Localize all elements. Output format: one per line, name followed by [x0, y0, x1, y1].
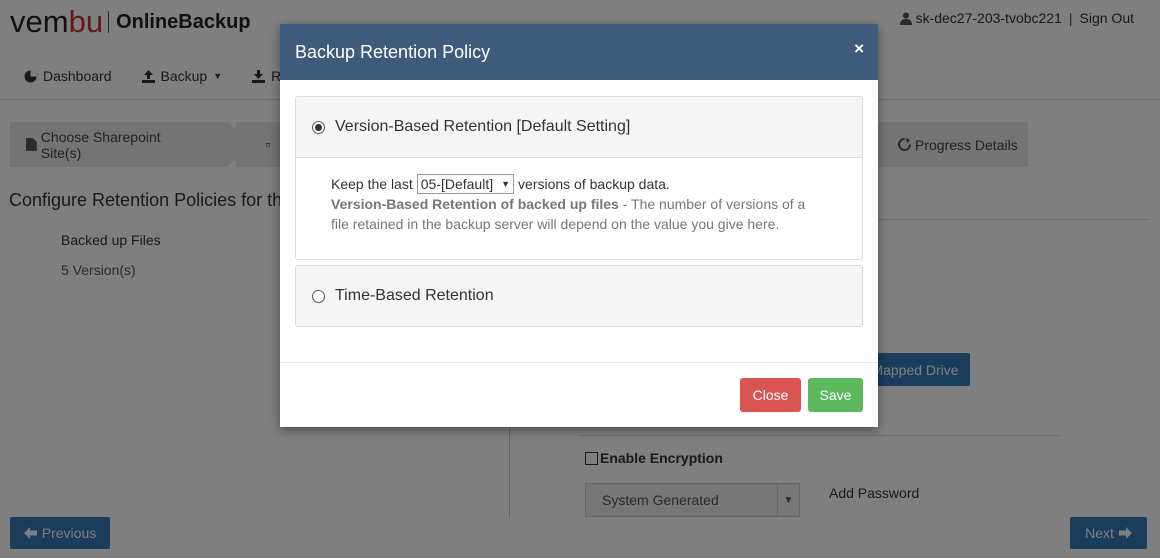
- version-based-option[interactable]: Version-Based Retention [Default Setting…: [296, 97, 862, 158]
- retention-policy-modal: Backup Retention Policy × Version-Based …: [280, 24, 878, 427]
- versions-select[interactable]: 05-[Default] ▼: [416, 174, 515, 194]
- modal-title: Backup Retention Policy: [295, 41, 491, 62]
- close-button[interactable]: Close: [740, 378, 801, 412]
- time-based-radio[interactable]: [312, 289, 325, 303]
- modal-footer-divider: [280, 362, 878, 363]
- version-description: Version-Based Retention of backed up fil…: [331, 196, 806, 232]
- save-button[interactable]: Save: [808, 378, 863, 412]
- close-icon[interactable]: ×: [854, 39, 864, 59]
- modal-header: Backup Retention Policy ×: [280, 24, 878, 80]
- version-based-panel: Version-Based Retention [Default Setting…: [295, 96, 863, 260]
- keep-versions-row: Keep the last 05-[Default] ▼ versions of…: [331, 174, 670, 194]
- time-based-option[interactable]: Time-Based Retention: [296, 266, 862, 326]
- version-based-radio[interactable]: [312, 120, 325, 134]
- chevron-down-icon: ▼: [501, 179, 511, 189]
- version-based-body: Keep the last 05-[Default] ▼ versions of…: [296, 158, 862, 250]
- time-based-panel: Time-Based Retention: [295, 265, 863, 327]
